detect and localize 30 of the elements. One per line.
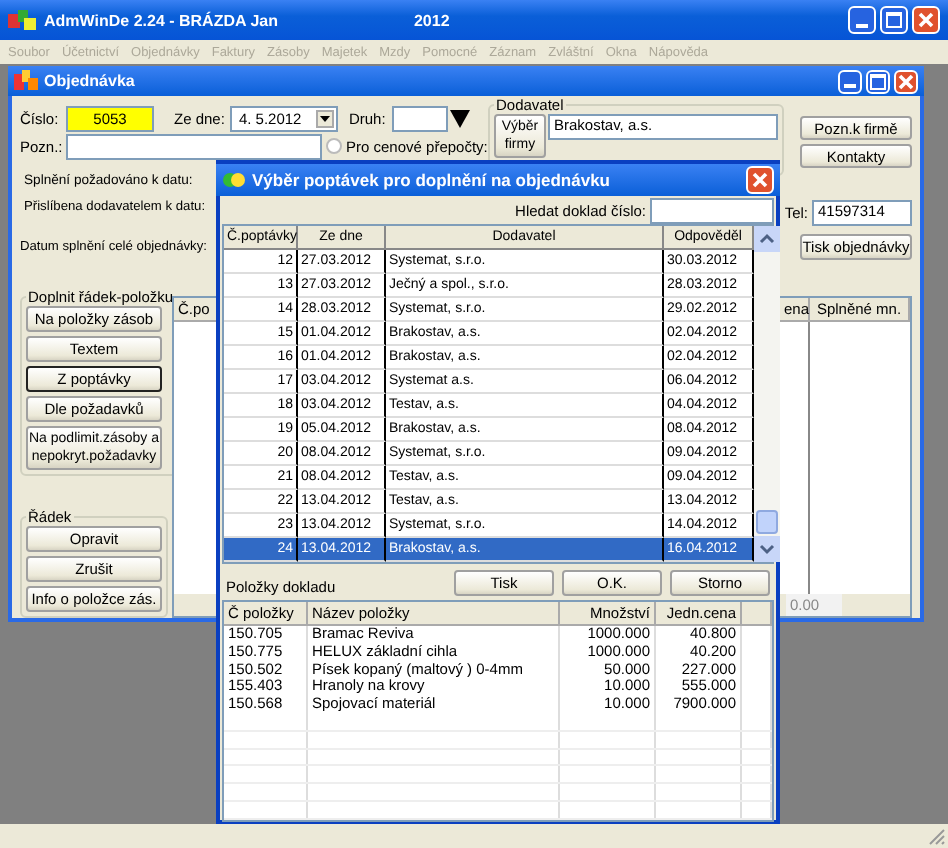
close-button[interactable] <box>746 166 774 194</box>
scroll-thumb[interactable] <box>756 510 778 534</box>
close-icon <box>918 12 934 28</box>
minimize-button[interactable] <box>838 69 862 93</box>
window-title: AdmWinDe 2.24 - BRÁZDA Jan <box>44 11 278 29</box>
note-field[interactable] <box>66 133 322 159</box>
app-icon <box>8 8 36 32</box>
type-field[interactable] <box>391 105 448 131</box>
close-icon <box>752 172 768 188</box>
close-button[interactable] <box>912 6 940 34</box>
search-field[interactable] <box>650 197 774 223</box>
year-label: 2012 <box>413 11 450 29</box>
dropdown-icon <box>320 115 331 121</box>
scroll-up-icon[interactable] <box>754 226 780 252</box>
maximize-button[interactable] <box>866 69 890 93</box>
minimize-button[interactable] <box>848 6 876 34</box>
close-icon <box>898 73 914 89</box>
dropdown-icon[interactable] <box>449 108 470 128</box>
maximize-button[interactable] <box>880 6 908 34</box>
scrollbar[interactable] <box>754 226 780 562</box>
maximize-icon <box>870 73 886 89</box>
radio-button[interactable] <box>326 138 342 154</box>
resize-grip-icon[interactable] <box>928 828 946 846</box>
app-icon <box>222 170 246 190</box>
app-icon <box>14 70 38 92</box>
close-button[interactable] <box>894 69 918 93</box>
dialog-title: Výběr poptávek pro doplnění na objednávku <box>252 170 611 190</box>
scroll-down-icon[interactable] <box>754 536 780 562</box>
window-title: Objednávka <box>44 72 135 90</box>
maximize-icon <box>886 12 902 28</box>
